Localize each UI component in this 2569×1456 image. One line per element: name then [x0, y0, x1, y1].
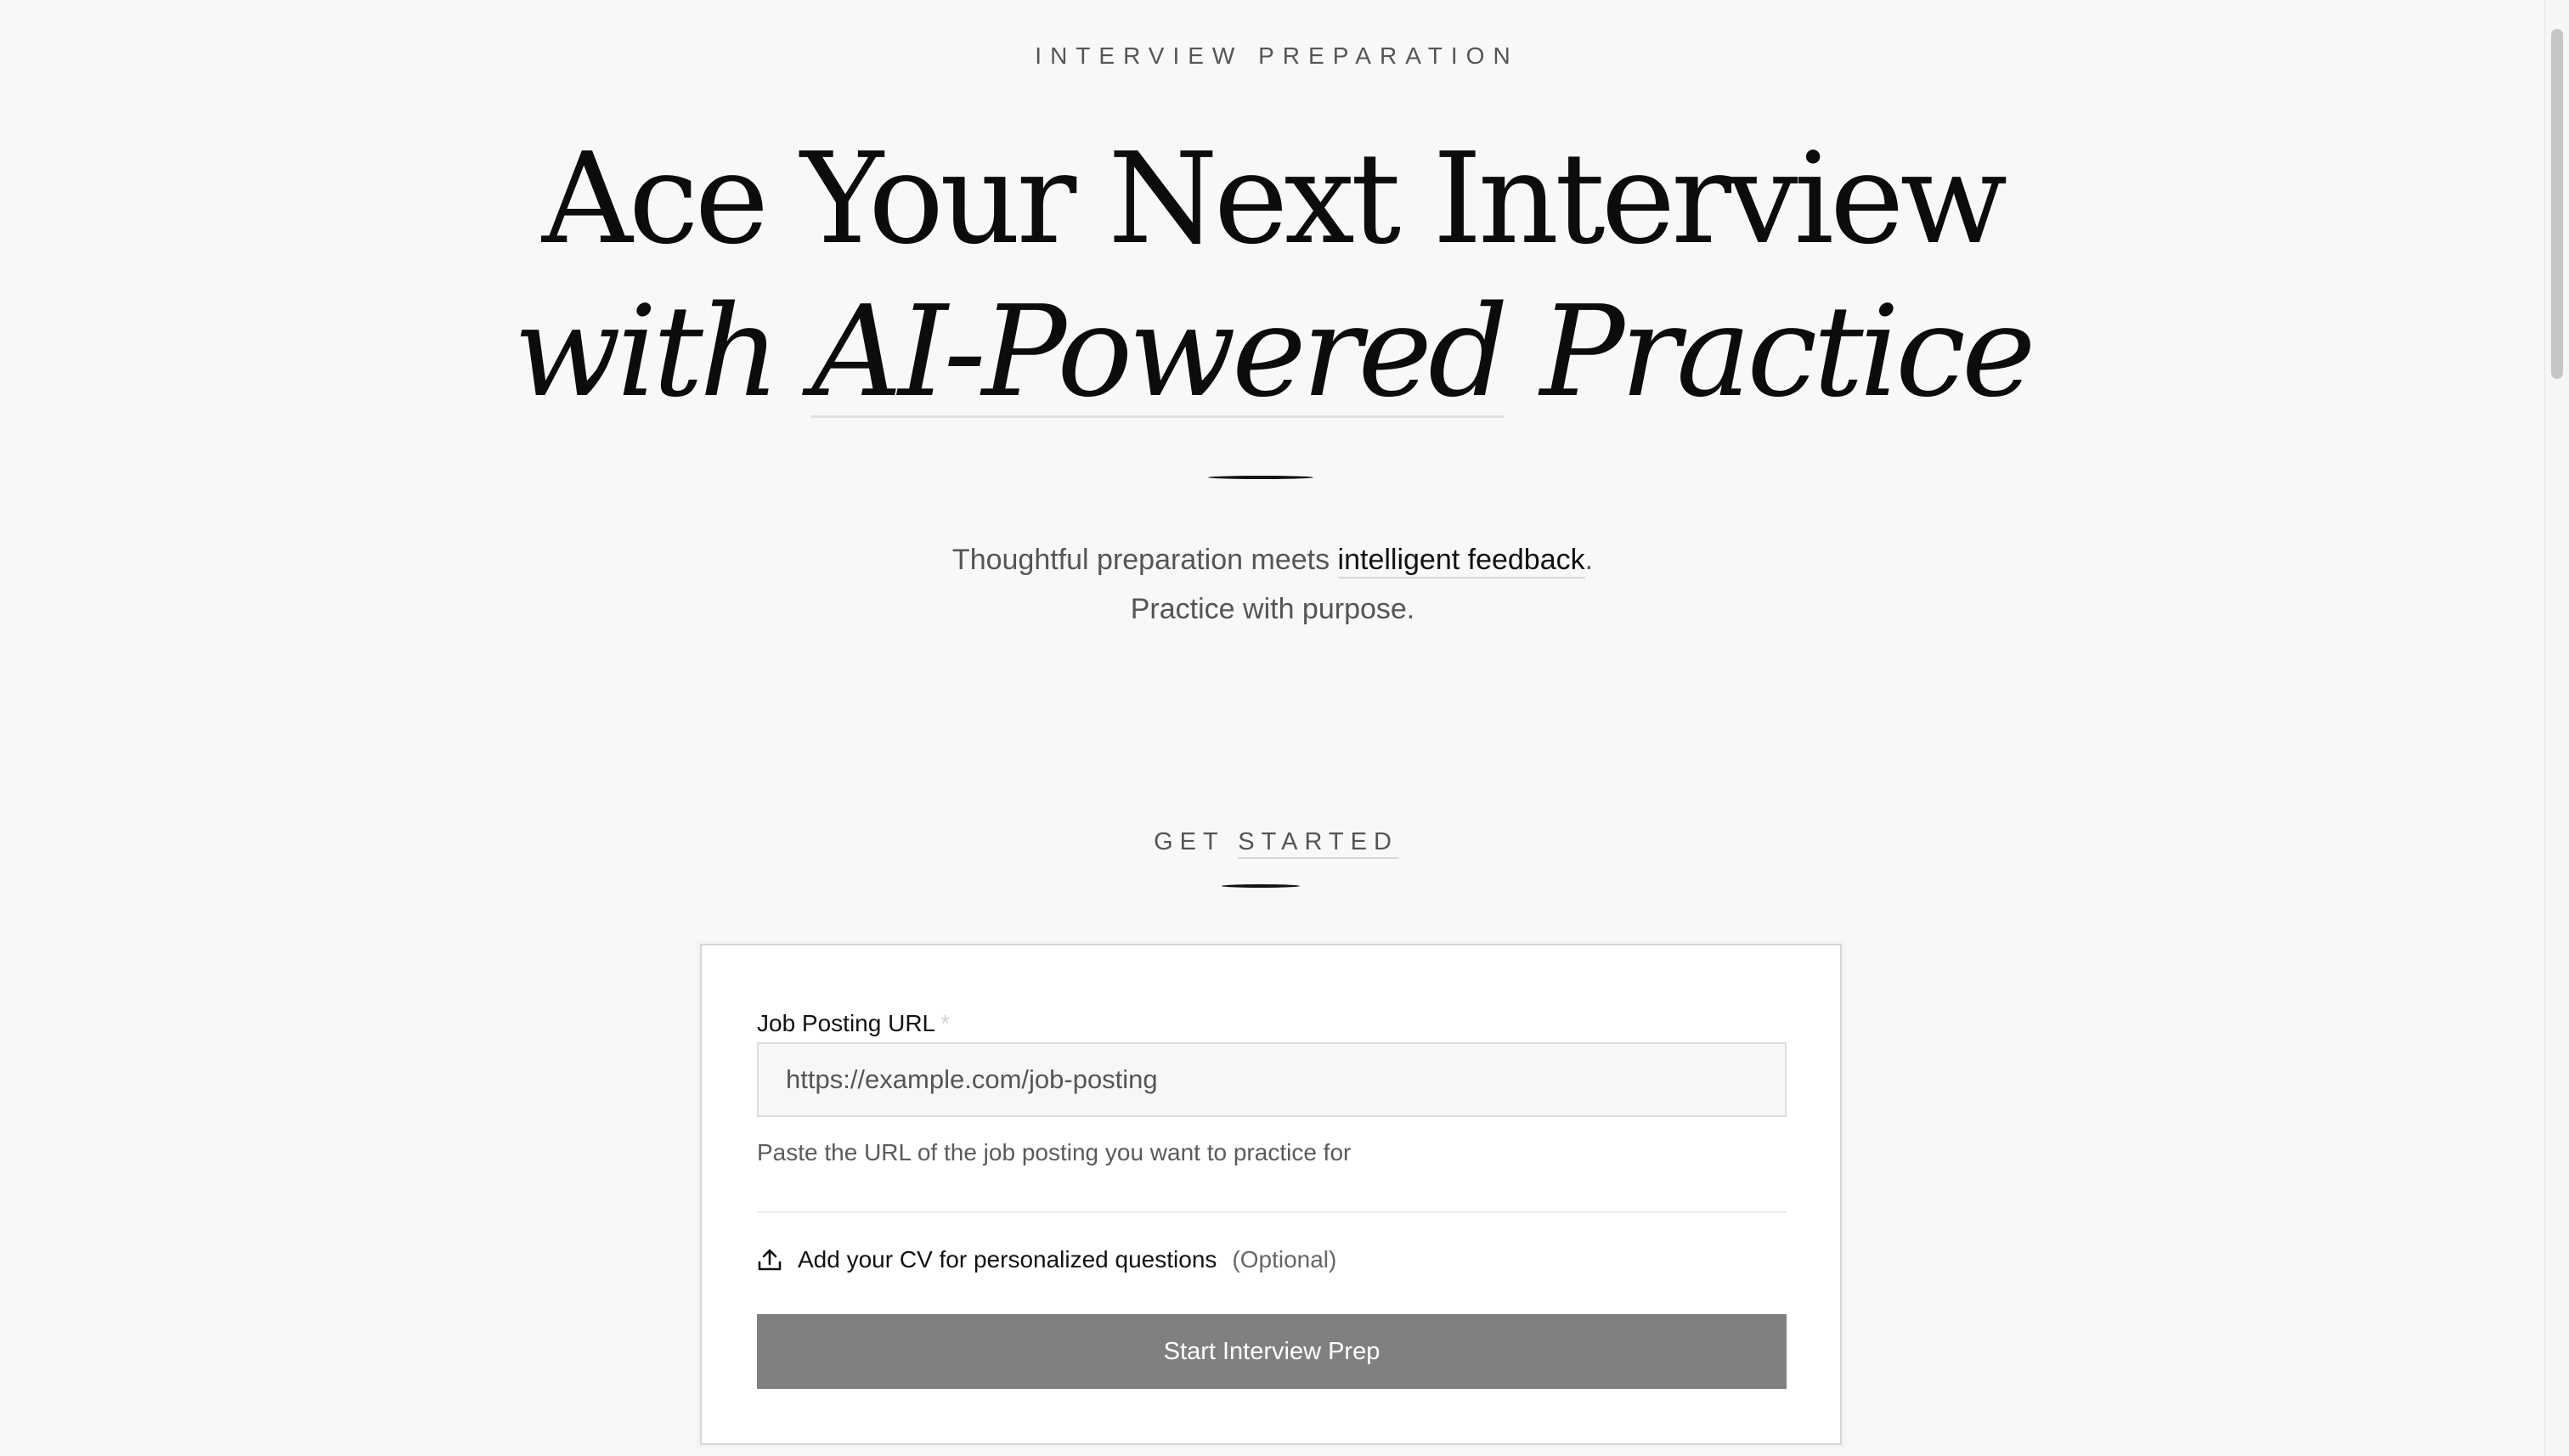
headline-line-1: Ace Your Next Interview: [541, 126, 2007, 272]
subtitle-period: .: [1584, 544, 1594, 576]
headline-suffix: Practice: [1504, 279, 2036, 425]
job-url-input[interactable]: [757, 1042, 1787, 1117]
headline-emphasis: AI-Powered: [811, 279, 1509, 425]
upload-icon: [757, 1247, 782, 1273]
interview-prep-form: Job Posting URL* Paste the URL of the jo…: [700, 944, 1842, 1445]
required-marker: *: [940, 1010, 951, 1036]
section-divider: [1222, 884, 1300, 888]
hero-subtitle: Thoughtful preparation meets intelligent…: [0, 535, 2545, 634]
url-field-label: Job Posting URL *: [757, 1010, 950, 1037]
url-label-text: Job Posting URL: [757, 1010, 936, 1036]
get-started-word-1: GET: [1154, 828, 1239, 855]
form-divider: [757, 1211, 1787, 1213]
vertical-scrollbar[interactable]: [2544, 0, 2569, 1456]
hero-divider: [1208, 476, 1313, 479]
add-cv-label: Add your CV for personalized questions: [798, 1246, 1217, 1273]
optional-label: (Optional): [1232, 1246, 1337, 1273]
scrollbar-thumb[interactable]: [2551, 29, 2563, 379]
url-help-text: Paste the URL of the job posting you wan…: [757, 1139, 1352, 1165]
start-interview-prep-button[interactable]: Start Interview Prep: [757, 1314, 1787, 1389]
subtitle-line-2: Practice with purpose.: [1130, 593, 1415, 625]
subtitle-prefix: Thoughtful preparation meets: [951, 544, 1338, 576]
page: INTERVIEW PREPARATION Ace Your Next Inte…: [0, 0, 2545, 1456]
add-cv-toggle[interactable]: Add your CV for personalized questions (…: [757, 1243, 1336, 1277]
headline-line-2: with AI-Powered Practice: [0, 280, 2545, 423]
get-started-word-2: STARTED: [1238, 828, 1398, 859]
subtitle-emphasis: intelligent feedback: [1337, 544, 1585, 578]
eyebrow-label: INTERVIEW PREPARATION: [1035, 42, 1519, 69]
headline-prefix: with: [513, 279, 812, 425]
get-started-label: GET STARTED: [0, 828, 2545, 859]
